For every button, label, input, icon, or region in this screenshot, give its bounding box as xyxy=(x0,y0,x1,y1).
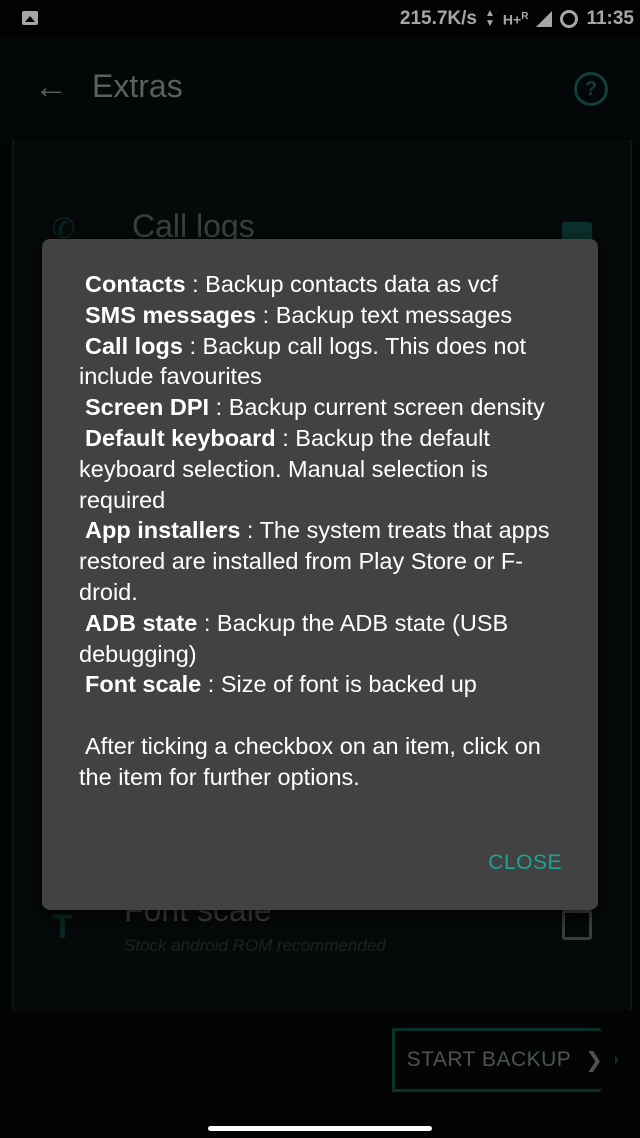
dialog-message: Contacts : Backup contacts data as vcf S… xyxy=(79,269,569,793)
dialog-item: Font scale : Size of font is backed up xyxy=(85,671,477,698)
info-dialog: Contacts : Backup contacts data as vcf S… xyxy=(42,239,598,910)
dialog-item: ADB state : Backup the ADB state (USB de… xyxy=(79,609,509,667)
dialog-item: Call logs : Backup call logs. This does … xyxy=(79,332,527,390)
dialog-item: App installers : The system treats that … xyxy=(79,517,550,605)
dialog-item: SMS messages : Backup text messages xyxy=(85,301,513,328)
dialog-note: After ticking a checkbox on an item, cli… xyxy=(79,732,541,790)
dialog-item: Default keyboard : Backup the default ke… xyxy=(79,424,490,513)
dialog-item: Screen DPI : Backup current screen densi… xyxy=(85,394,545,421)
close-button[interactable]: CLOSE xyxy=(488,851,562,875)
dialog-item: Contacts : Backup contacts data as vcf xyxy=(85,271,498,297)
home-indicator[interactable] xyxy=(208,1126,432,1131)
